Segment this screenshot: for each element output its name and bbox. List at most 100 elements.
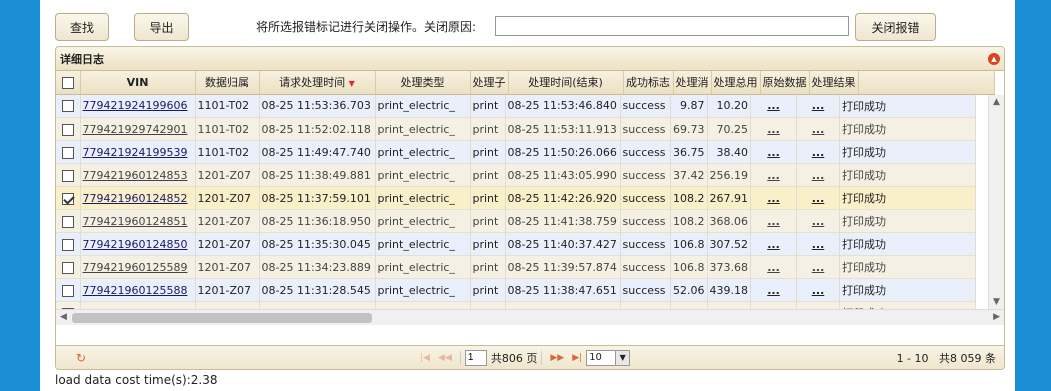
col-message[interactable] [858,71,995,95]
scroll-up-icon[interactable]: ▲ [993,97,1000,107]
raw-data-link[interactable]: ... [750,209,797,233]
col-result[interactable]: 处理结果 [809,71,859,95]
type-cell: print_electric_ [375,186,471,210]
raw-data-link[interactable]: ... [750,163,797,187]
row-select-cell[interactable] [56,278,81,302]
type-cell: print_electric_ [375,232,471,256]
next-page-icon[interactable]: ▶▶ [550,353,564,363]
row-checkbox[interactable] [61,238,74,251]
close-error-button[interactable]: 关闭报错 [855,13,936,41]
sort-desc-icon: ▼ [348,79,355,89]
row-checkbox[interactable] [61,169,74,182]
col-owner[interactable]: 数据归属 [195,71,260,95]
raw-data-link[interactable]: ... [750,140,797,164]
select-all-checkbox[interactable] [61,76,74,89]
row-checkbox[interactable] [61,146,74,159]
collapse-icon[interactable]: ▲ [988,53,1000,65]
col-cost[interactable]: 处理消 [673,71,712,95]
last-page-icon[interactable]: ▶| [572,353,582,363]
row-select-cell[interactable] [56,255,81,279]
col-end-time[interactable]: 处理时间(结束) [508,71,624,95]
select-all-header[interactable] [56,71,81,95]
row-checkbox[interactable] [61,215,74,228]
vin-cell[interactable]: 779421960125589 [80,255,196,279]
raw-data-link[interactable]: ... [750,278,797,302]
table-row[interactable]: 779421960124851 1201-Z07 08-25 11:36:18.95… [56,209,976,233]
scroll-down-icon[interactable]: ▼ [993,297,1000,307]
sub-cell: print [470,163,506,187]
sub-cell: print [470,117,506,141]
scroll-right-icon[interactable]: ▶ [993,312,1000,322]
export-button[interactable]: 导出 [134,13,189,41]
col-total[interactable]: 处理总用 [711,71,761,95]
message-cell: 打印成功 [839,278,976,302]
table-row[interactable]: 779421924199539 1101-T02 08-25 11:49:47.74… [56,140,976,164]
row-select-cell[interactable] [56,232,81,256]
col-request-time[interactable]: 请求处理时间 ▼ [259,71,376,95]
result-link[interactable]: ... [796,255,840,279]
vertical-scrollbar[interactable]: ▲ ▼ [988,95,1004,309]
row-checkbox[interactable] [61,284,74,297]
raw-data-link[interactable]: ... [750,186,797,210]
raw-data-link[interactable]: ... [750,94,797,118]
raw-data-link[interactable]: ... [750,255,797,279]
request-time-cell: 08-25 11:37:59.101 [259,186,376,210]
table-row[interactable]: 779421960124850 1201-Z07 08-25 11:35:30.04… [56,232,976,256]
result-link[interactable]: ... [796,186,840,210]
vin-cell[interactable]: 779421960124853 [80,163,196,187]
result-link[interactable]: ... [796,209,840,233]
result-link[interactable]: ... [796,278,840,302]
request-time-cell: 08-25 11:31:28.545 [259,278,376,302]
query-button[interactable]: 查找 [55,13,109,41]
table-row[interactable]: 779421960125588 1201-Z07 08-25 11:31:28.54… [56,278,976,302]
row-select-cell[interactable] [56,209,81,233]
col-type[interactable]: 处理类型 [375,71,471,95]
raw-data-link[interactable]: ... [750,232,797,256]
col-vin[interactable]: VIN [80,71,196,95]
vin-cell[interactable]: 779421929742901 [80,117,196,141]
vin-cell[interactable]: 779421924199539 [80,140,196,164]
table-row[interactable]: 779421929742901 1101-T02 08-25 11:52:02.11… [56,117,976,141]
sub-cell: print [470,209,506,233]
row-checkbox[interactable] [61,123,74,136]
col-sub[interactable]: 处理子 [470,71,509,95]
vin-cell[interactable]: 779421960124851 [80,209,196,233]
result-link[interactable]: ... [796,163,840,187]
page-size-select[interactable]: 10 ▼ [586,349,631,366]
result-link[interactable]: ... [796,232,840,256]
end-time-cell: 08-25 11:50:26.066 [505,140,621,164]
prev-page-icon[interactable]: ◀◀ [438,353,452,363]
col-raw[interactable]: 原始数据 [760,71,810,95]
refresh-icon[interactable]: ↻ [76,351,86,365]
vin-cell[interactable]: 779421924199606 [80,94,196,118]
table-row[interactable]: 779421924199606 1101-T02 08-25 11:53:36.70… [56,94,976,118]
grid-body: 779421924199606 1101-T02 08-25 11:53:36.70… [56,94,976,325]
row-checkbox[interactable] [61,192,74,205]
close-reason-input[interactable] [495,16,849,36]
record-summary: 1 - 10 共8 059 条 [896,351,996,365]
vin-cell[interactable]: 779421960124850 [80,232,196,256]
row-select-cell[interactable] [56,140,81,164]
col-flag[interactable]: 成功标志 [623,71,674,95]
row-select-cell[interactable] [56,94,81,118]
row-checkbox[interactable] [61,261,74,274]
table-row[interactable]: 779421960124853 1201-Z07 08-25 11:38:49.88… [56,163,976,187]
row-select-cell[interactable] [56,117,81,141]
result-link[interactable]: ... [796,117,840,141]
raw-data-link[interactable]: ... [750,117,797,141]
table-row[interactable]: 779421960125589 1201-Z07 08-25 11:34:23.88… [56,255,976,279]
row-select-cell[interactable] [56,163,81,187]
result-link[interactable]: ... [796,94,840,118]
horizontal-scroll-thumb[interactable] [72,313,372,323]
result-link[interactable]: ... [796,140,840,164]
page-number-input[interactable] [464,349,487,366]
row-checkbox[interactable] [61,100,74,113]
scroll-left-icon[interactable]: ◀ [60,312,67,322]
horizontal-scrollbar[interactable]: ◀ ▶ [56,309,1004,325]
owner-cell: 1101-T02 [195,140,260,164]
table-row[interactable]: 779421960124852 1201-Z07 08-25 11:37:59.10… [56,186,976,210]
vin-cell[interactable]: 779421960125588 [80,278,196,302]
first-page-icon[interactable]: |◀ [420,353,430,363]
row-select-cell[interactable] [56,186,81,210]
vin-cell[interactable]: 779421960124852 [80,186,196,210]
